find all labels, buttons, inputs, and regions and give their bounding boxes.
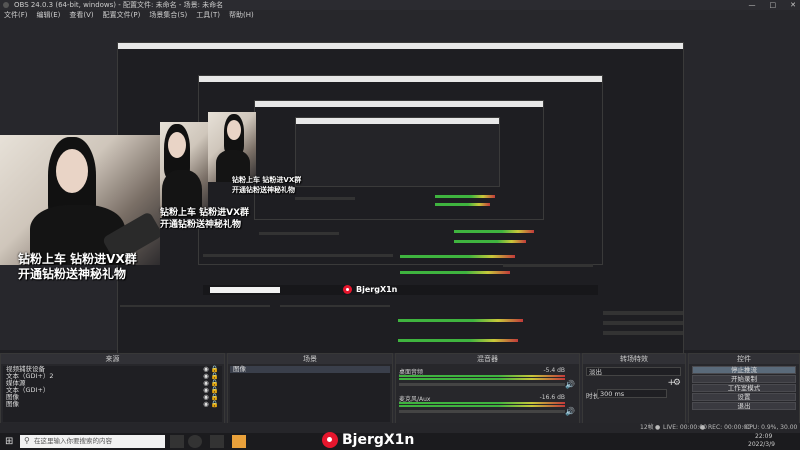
folder-taskbar-icon[interactable]	[232, 435, 246, 448]
promo-line-2-nested-2: 开通钻粉送神秘礼物	[232, 186, 295, 194]
stop-streaming-button[interactable]: 停止推流	[692, 366, 796, 374]
obs-taskbar-icon[interactable]	[188, 435, 202, 448]
windows-start-icon[interactable]: ⊞	[5, 436, 13, 447]
menu-tools[interactable]: 工具(T)	[196, 10, 220, 20]
volume-slider[interactable]	[399, 410, 565, 413]
title-bar: OBS 24.0.3 (64-bit, windows) - 配置文件: 未命名…	[0, 0, 800, 10]
visibility-eye-icon: ◉ 🔒	[203, 400, 219, 408]
level-meter	[399, 378, 565, 380]
volume-slider[interactable]	[399, 383, 565, 386]
transitions-title: 转场特效	[583, 354, 685, 364]
clock-date: 2022/3/9	[748, 441, 775, 448]
transition-select[interactable]: 淡出	[586, 367, 681, 376]
preview-area[interactable]: BjergX1n BjergX1n	[0, 20, 800, 369]
start-recording-button[interactable]: 开始录制	[692, 375, 796, 383]
nested-logo: BjergX1n	[343, 285, 397, 294]
source-item[interactable]: 图像 ◉ 🔒	[3, 394, 222, 401]
scenes-title: 场景	[228, 354, 392, 364]
close-button[interactable]: ✕	[790, 0, 796, 10]
controls-title: 控件	[689, 354, 799, 364]
promo-line-2: 开通钻粉送神秘礼物	[18, 267, 127, 281]
dropped-frames: 12帧	[640, 424, 654, 431]
source-item[interactable]: 文本（GDI+）2 ◉ 🔒	[3, 373, 222, 380]
channel-db: -5.4 dB	[543, 367, 565, 374]
taskbar-search-input[interactable]: 在这里输入你要搜索的内容	[20, 435, 165, 448]
channel-db: -16.6 dB	[539, 394, 565, 401]
settings-button[interactable]: 设置	[692, 393, 796, 401]
level-meter	[399, 405, 565, 407]
menu-profile[interactable]: 配置文件(P)	[103, 10, 141, 20]
app-taskbar-icon[interactable]	[210, 435, 224, 448]
live-indicator: ●	[655, 424, 661, 431]
search-icon: ⚲	[24, 436, 30, 445]
gear-icon[interactable]: ⚙	[673, 378, 681, 388]
clock-time: 22:09	[755, 433, 773, 440]
maximize-button[interactable]: □	[770, 0, 777, 10]
source-item[interactable]: 图像 ◉ 🔒	[3, 401, 222, 408]
menu-view[interactable]: 查看(V)	[69, 10, 93, 20]
menu-scene-collection[interactable]: 场景集合(S)	[149, 10, 187, 20]
source-item[interactable]: 文本（GDI+） ◉ 🔒	[3, 387, 222, 394]
scene-item[interactable]: 图像	[230, 366, 390, 373]
nested-capture-2	[198, 75, 603, 265]
promo-line-2-nested: 开通钻粉送神秘礼物	[160, 220, 242, 230]
window-title: OBS 24.0.3 (64-bit, windows) - 配置文件: 未命名…	[14, 1, 224, 9]
bjergx1n-logo: BjergX1n	[322, 432, 414, 448]
webcam-capture	[0, 135, 160, 265]
webcam-capture-2	[160, 122, 208, 218]
level-meter	[399, 402, 565, 404]
menu-help[interactable]: 帮助(H)	[229, 10, 254, 20]
mixer-title: 混音器	[396, 354, 579, 364]
webcam-capture-3	[208, 112, 256, 182]
minimize-button[interactable]: —	[749, 0, 756, 10]
task-view-icon[interactable]	[170, 435, 184, 448]
menu-file[interactable]: 文件(F)	[4, 10, 28, 20]
speaker-icon[interactable]: 🔊	[565, 407, 575, 416]
obs-icon	[3, 2, 9, 8]
menu-edit[interactable]: 编辑(E)	[37, 10, 61, 20]
level-meter	[399, 375, 565, 377]
windows-taskbar: ⊞ 在这里输入你要搜索的内容 ⚲ BjergX1n 22:09 2022/3/9	[0, 432, 800, 450]
nested-capture-3	[254, 100, 544, 220]
nested-capture-4	[295, 117, 500, 187]
duration-input[interactable]: 300 ms	[597, 389, 667, 398]
studio-mode-button[interactable]: 工作室模式	[692, 384, 796, 392]
menu-bar: 文件(F) 编辑(E) 查看(V) 配置文件(P) 场景集合(S) 工具(T) …	[0, 10, 800, 20]
rec-indicator: ●	[700, 424, 706, 431]
sources-title: 来源	[1, 354, 224, 364]
speaker-icon[interactable]: 🔊	[565, 380, 575, 389]
promo-line-1-nested-2: 钻粉上车 钻粉进VX群	[232, 176, 302, 184]
exit-button[interactable]: 退出	[692, 402, 796, 410]
